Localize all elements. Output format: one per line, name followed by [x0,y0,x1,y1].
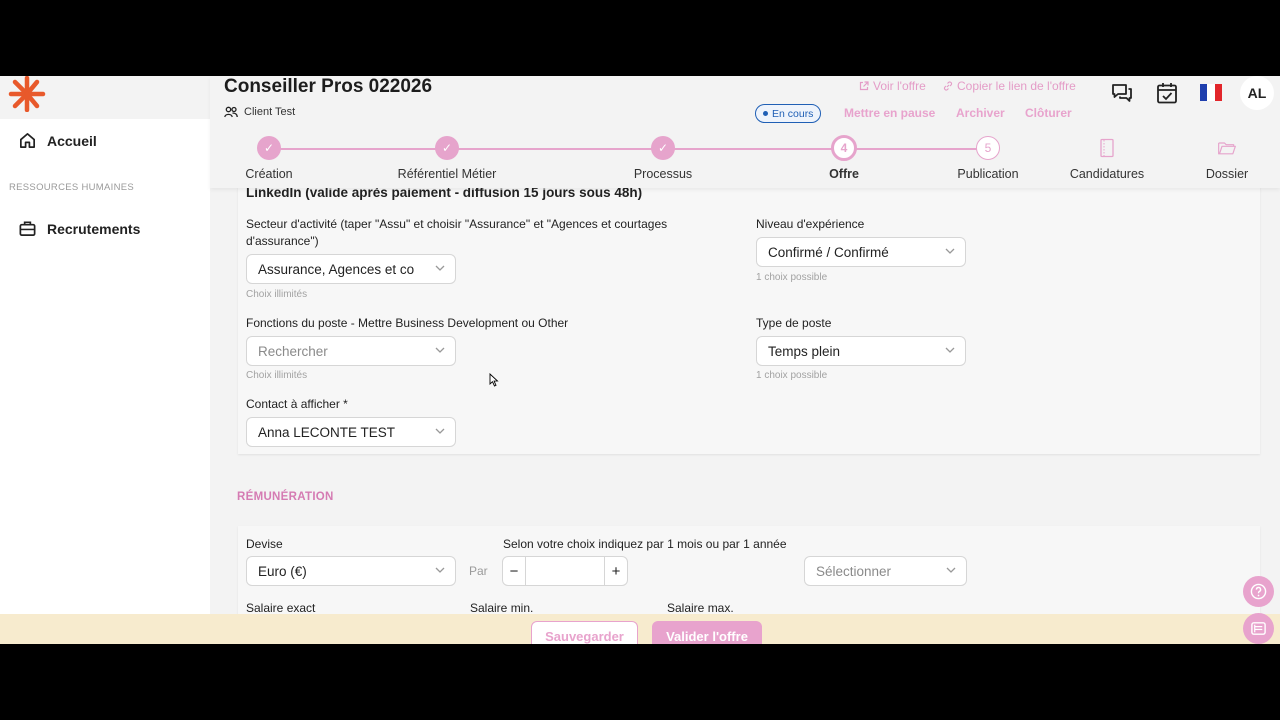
briefcase-icon [19,221,36,237]
calendar-check-icon[interactable] [1155,81,1179,105]
step-label: Processus [633,167,693,181]
home-icon [19,132,36,149]
period-input[interactable] [525,557,605,585]
post-type-value: Temps plein [768,343,841,359]
experience-value: Confirmé / Confirmé [768,244,889,260]
functions-hint: Choix illimités [246,370,308,381]
currency-select[interactable]: Euro (€) [246,556,456,586]
french-flag-icon[interactable] [1200,84,1222,101]
view-offer-label: Voir l'offre [873,79,926,93]
sidebar-item-label: Accueil [47,132,97,149]
close-offer-button[interactable]: Clôturer [1025,106,1072,120]
currency-value: Euro (€) [258,563,307,579]
validate-offer-button[interactable]: Valider l'offre [652,621,762,644]
step-dossier[interactable]: Dossier [1167,136,1280,181]
period-unit-select[interactable]: Sélectionner [804,556,967,586]
contact-label: Contact à afficher * [246,397,348,411]
step-publication[interactable]: 5 Publication [928,136,1048,181]
increment-button[interactable]: + [605,557,627,585]
step-number: 4 [831,135,857,161]
users-icon [224,106,238,118]
step-candidatures[interactable]: Candidatures [1047,136,1167,181]
step-label: Candidatures [1069,167,1145,181]
view-offer-link[interactable]: Voir l'offre [859,79,926,93]
chevron-down-icon [946,567,956,573]
help-icon [1250,583,1267,600]
sidebar-item-accueil[interactable]: Accueil [18,131,97,150]
sector-select[interactable]: Assurance, Agences et co [246,254,456,284]
per-label: Par [469,564,488,578]
experience-select[interactable]: Confirmé / Confirmé [756,237,966,267]
contact-select[interactable]: Anna LECONTE TEST [246,417,456,447]
mouse-cursor-icon [489,373,499,387]
page-header: Conseiller Pros 022026 Client Test Voir … [210,76,1280,188]
save-button[interactable]: Sauvegarder [531,621,638,644]
brand-logo-icon[interactable] [7,76,47,112]
sidebar: Accueil RESSOURCES HUMAINES Recrutements [0,76,210,644]
chevron-down-icon [945,347,955,353]
post-type-hint: 1 choix possible [756,370,828,381]
currency-label: Devise [246,537,283,551]
sector-label: Secteur d'activité (taper "Assu" et choi… [246,217,668,248]
chevron-down-icon [435,265,445,271]
remuneration-title: RÉMUNÉRATION [237,491,334,503]
check-icon: ✓ [435,136,459,160]
contact-value: Anna LECONTE TEST [258,424,396,440]
chevron-down-icon [945,248,955,254]
sector-value: Assurance, Agences et co [258,261,415,277]
step-processus[interactable]: ✓ Processus [603,136,723,181]
sidebar-section-title: RESSOURCES HUMAINES [9,182,134,193]
status-dot [763,111,768,116]
post-type-label: Type de poste [756,316,832,330]
decrement-button[interactable]: − [503,557,525,585]
folder-icon [1215,136,1239,160]
sector-hint: Choix illimités [246,289,308,300]
client-label: Client Test [244,106,296,118]
step-label: Publication [957,167,1019,181]
notes-icon [1251,622,1266,635]
step-creation[interactable]: ✓ Création [209,136,329,181]
status-label: En cours [772,107,814,120]
avatar[interactable]: AL [1240,76,1274,110]
step-number: 5 [976,136,1000,160]
help-button[interactable] [1243,576,1274,607]
archive-button[interactable]: Archiver [956,106,1005,120]
page-title: Conseiller Pros 022026 [224,76,433,97]
step-referentiel-metier[interactable]: ✓ Référentiel Métier [387,136,507,181]
client-name: Client Test [224,106,295,118]
chevron-down-icon [435,347,445,353]
sidebar-item-label: Recrutements [47,220,141,237]
period-stepper[interactable]: − + [502,556,628,586]
chat-icon[interactable] [1110,81,1134,105]
bottom-action-bar [0,614,1280,644]
sidebar-item-recrutements[interactable]: Recrutements [18,219,140,238]
notes-button[interactable] [1243,613,1274,644]
chevron-down-icon [435,567,445,573]
period-label: Selon votre choix indiquez par 1 mois ou… [503,537,787,551]
link-icon [943,81,953,91]
chevron-down-icon [435,428,445,434]
functions-label: Fonctions du poste - Mettre Business Dev… [246,316,569,330]
status-badge: En cours [755,104,822,123]
app-window: Accueil RESSOURCES HUMAINES Recrutements… [0,76,1280,644]
step-label: Dossier [1205,167,1249,181]
step-label: Référentiel Métier [397,167,497,181]
check-icon: ✓ [651,136,675,160]
period-unit-placeholder: Sélectionner [816,563,892,579]
functions-select[interactable]: Rechercher [246,336,456,366]
experience-hint: 1 choix possible [756,272,828,283]
experience-label: Niveau d'expérience [756,217,865,231]
step-label: Offre [829,167,859,181]
external-link-icon [859,81,869,91]
notebook-icon [1095,136,1119,160]
copy-offer-link[interactable]: Copier le lien de l'offre [943,79,1076,93]
check-icon: ✓ [257,136,281,160]
copy-offer-label: Copier le lien de l'offre [957,79,1076,93]
step-label: Création [245,167,293,181]
step-offre[interactable]: 4 Offre [784,135,904,181]
sidebar-logo-area [0,76,210,119]
pause-button[interactable]: Mettre en pause [844,106,935,120]
post-type-select[interactable]: Temps plein [756,336,966,366]
functions-placeholder: Rechercher [258,343,328,359]
